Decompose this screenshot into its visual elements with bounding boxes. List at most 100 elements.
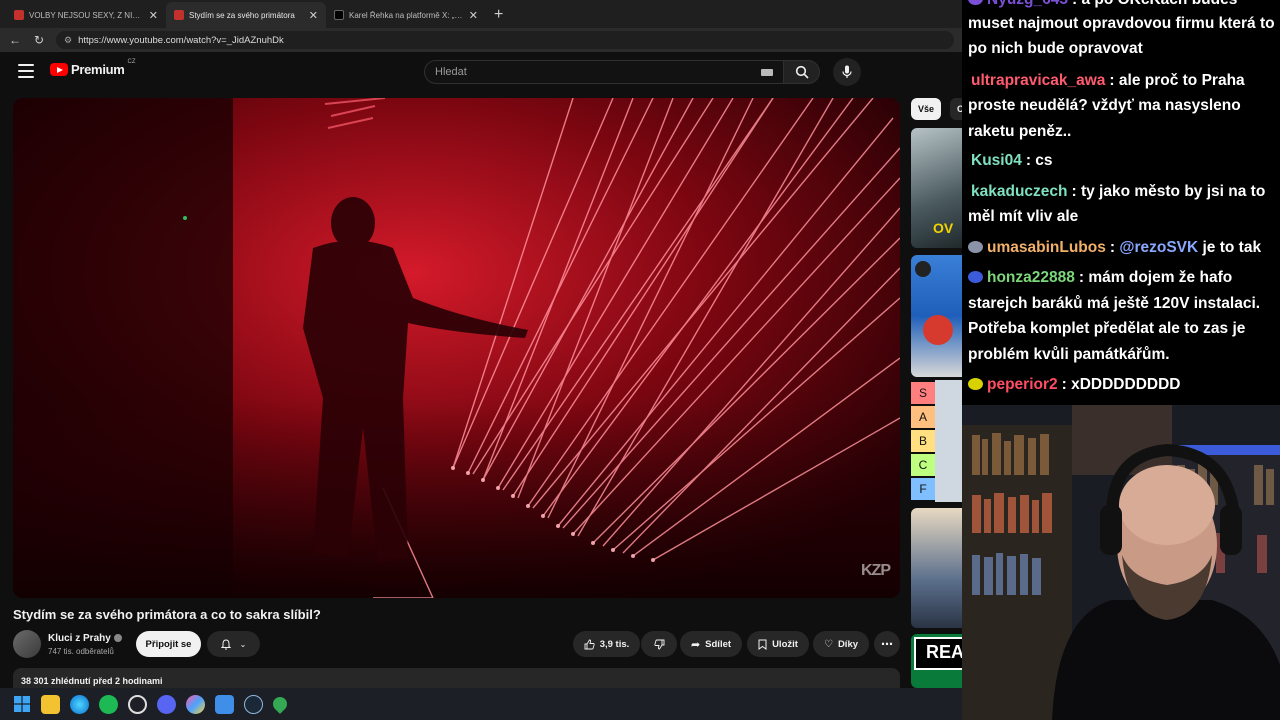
stream-chat: Nyuzg_645: a po OKcKach budes muset najm… (962, 0, 1280, 405)
tab-title: Stydím se za svého primátora (189, 10, 295, 20)
thanks-button[interactable]: ♡ Díky (813, 631, 869, 657)
obs-icon[interactable] (128, 694, 147, 714)
thumbs-up-icon (584, 639, 595, 649)
search-button[interactable] (784, 60, 820, 84)
keyboard-icon[interactable] (761, 69, 773, 76)
youtube-favicon-icon (14, 10, 24, 20)
join-button[interactable]: Připojit se (136, 631, 201, 657)
description-box[interactable]: 38 301 zhlédnutí před 2 hodinami (13, 668, 900, 688)
tier-list-thumbnail[interactable] (935, 380, 962, 502)
bookmark-icon (758, 639, 767, 650)
channel-watermark: KZP (861, 562, 891, 579)
chat-text: : cs (1025, 152, 1053, 169)
thumbnail-text: OV (933, 220, 954, 236)
thumbnail-text: REA (914, 637, 962, 670)
notepad-icon[interactable] (215, 694, 234, 714)
tier-a: A (911, 406, 935, 428)
chat-badge-icon (968, 240, 983, 253)
dislike-button[interactable] (641, 631, 677, 657)
url-field[interactable]: ⚙ https://www.youtube.com/watch?v=_JidAZ… (56, 31, 954, 49)
maps-icon[interactable] (270, 694, 290, 714)
browser-tab-bar: VOLBY NEJSOU SEXY, Z NICH NEMAJÍ ✕ Stydí… (0, 0, 962, 28)
url-text: https://www.youtube.com/watch?v=_JidAZnu… (78, 34, 284, 46)
video-player[interactable]: KZP (13, 98, 900, 598)
youtube-page: Premium CZ Hledat KZP Stydím se za svého… (0, 52, 962, 688)
close-tab-icon[interactable]: ✕ (149, 9, 158, 22)
game-badge-icon (915, 261, 931, 277)
channel-name: Kluci z Prahy (48, 633, 111, 644)
spotify-icon[interactable] (99, 694, 118, 714)
search-input[interactable]: Hledat (424, 60, 784, 84)
close-tab-icon[interactable]: ✕ (469, 9, 478, 22)
more-actions-button[interactable]: ⋯ (874, 631, 900, 657)
character-icon (923, 315, 953, 345)
chat-badge-icon (968, 271, 983, 283)
recommended-thumbnail-1[interactable]: OV (911, 128, 962, 248)
more-icon: ⋯ (881, 637, 893, 651)
chat-username: umasabinLubos (987, 238, 1106, 256)
search-icon (795, 65, 809, 79)
chat-badge-icon (968, 378, 983, 390)
tab-karel-rehka[interactable]: Karel Řehka na platformě X: „Po více ✕ (326, 2, 486, 28)
chat-message: peperior2: xDDDDDDDDD (968, 372, 1276, 398)
share-label: Sdílet (705, 638, 732, 650)
chat-username: ultrapravicak_awa (971, 71, 1106, 89)
chat-message: honza22888: mám dojem že hafo starejch b… (968, 265, 1276, 367)
recommended-thumbnail-5[interactable]: REA (911, 634, 962, 688)
tier-s: S (911, 382, 935, 404)
channel-avatar[interactable] (13, 630, 41, 658)
chat-message: kakaduczech: ty jako město by jsi na to … (968, 179, 1276, 230)
chip-o[interactable]: O (950, 98, 962, 120)
taskbar (0, 688, 962, 720)
new-tab-button[interactable]: + (486, 6, 511, 28)
recommended-thumbnail-4[interactable] (911, 508, 962, 628)
save-button[interactable]: Uložit (747, 631, 809, 657)
notification-bell-button[interactable]: ⌄ (207, 631, 260, 657)
reload-icon[interactable]: ↻ (32, 33, 46, 47)
screen: VOLBY NEJSOU SEXY, Z NICH NEMAJÍ ✕ Stydí… (0, 0, 1280, 720)
like-count: 3,9 tis. (599, 638, 630, 650)
chat-username: honza22888 (987, 269, 1075, 286)
channel-row: Kluci z Prahy 747 tis. odběratelů Připoj… (13, 630, 900, 660)
chat-text: : xDDDDDDDDD (1061, 376, 1181, 393)
recommended-thumbnail-2[interactable] (911, 255, 962, 377)
chat-username: peperior2 (987, 376, 1058, 393)
chat-username: Nyuzg_645 (987, 0, 1068, 8)
back-icon[interactable]: ← (8, 33, 22, 47)
chat-message: umasabinLubos: @rezoSVK je to tak (968, 235, 1276, 261)
tab-title: Karel Řehka na platformě X: „Po více (349, 10, 464, 20)
webcam-feed (962, 405, 1280, 720)
site-info-icon[interactable]: ⚙ (64, 35, 72, 46)
x-favicon-icon (334, 10, 344, 20)
windows-start-icon[interactable] (12, 695, 31, 714)
views-and-date: 38 301 zhlédnutí před 2 hodinami (21, 676, 163, 686)
chevron-down-icon: ⌄ (239, 639, 247, 649)
tier-f: F (911, 478, 935, 500)
share-button[interactable]: ➦ Sdílet (680, 631, 742, 657)
like-button[interactable]: 3,9 tis. (573, 631, 640, 657)
chip-all[interactable]: Vše (911, 98, 942, 120)
thanks-label: Díky (837, 638, 859, 650)
address-bar-row: ← ↻ ⚙ https://www.youtube.com/watch?v=_J… (0, 28, 962, 52)
channel-name-link[interactable]: Kluci z Prahy (48, 633, 122, 644)
tab-stydim[interactable]: Stydím se za svého primátora ✕ (166, 2, 326, 28)
steam-icon[interactable] (244, 694, 263, 714)
tab-title: VOLBY NEJSOU SEXY, Z NICH NEMAJÍ (29, 10, 144, 20)
discord-icon[interactable] (157, 694, 176, 714)
verified-icon (113, 634, 122, 642)
microphone-icon (842, 65, 852, 78)
subscriber-badge-icon (968, 0, 983, 5)
copilot-icon[interactable] (186, 694, 205, 714)
youtube-logo[interactable]: Premium CZ (50, 58, 136, 77)
voice-search-button[interactable] (833, 58, 861, 86)
thanks-heart-icon: ♡ (823, 638, 833, 650)
edge-browser-icon[interactable] (70, 694, 89, 714)
hamburger-menu-icon[interactable] (18, 64, 34, 78)
chat-message-continued: muset najmout opravdovou firmu která to … (968, 11, 1276, 62)
tab-volby[interactable]: VOLBY NEJSOU SEXY, Z NICH NEMAJÍ ✕ (6, 2, 166, 28)
close-tab-icon[interactable]: ✕ (309, 9, 318, 22)
file-explorer-icon[interactable] (41, 694, 60, 714)
logo-text: Premium (71, 62, 125, 77)
search-placeholder: Hledat (435, 66, 467, 78)
logo-country: CZ (127, 58, 136, 65)
